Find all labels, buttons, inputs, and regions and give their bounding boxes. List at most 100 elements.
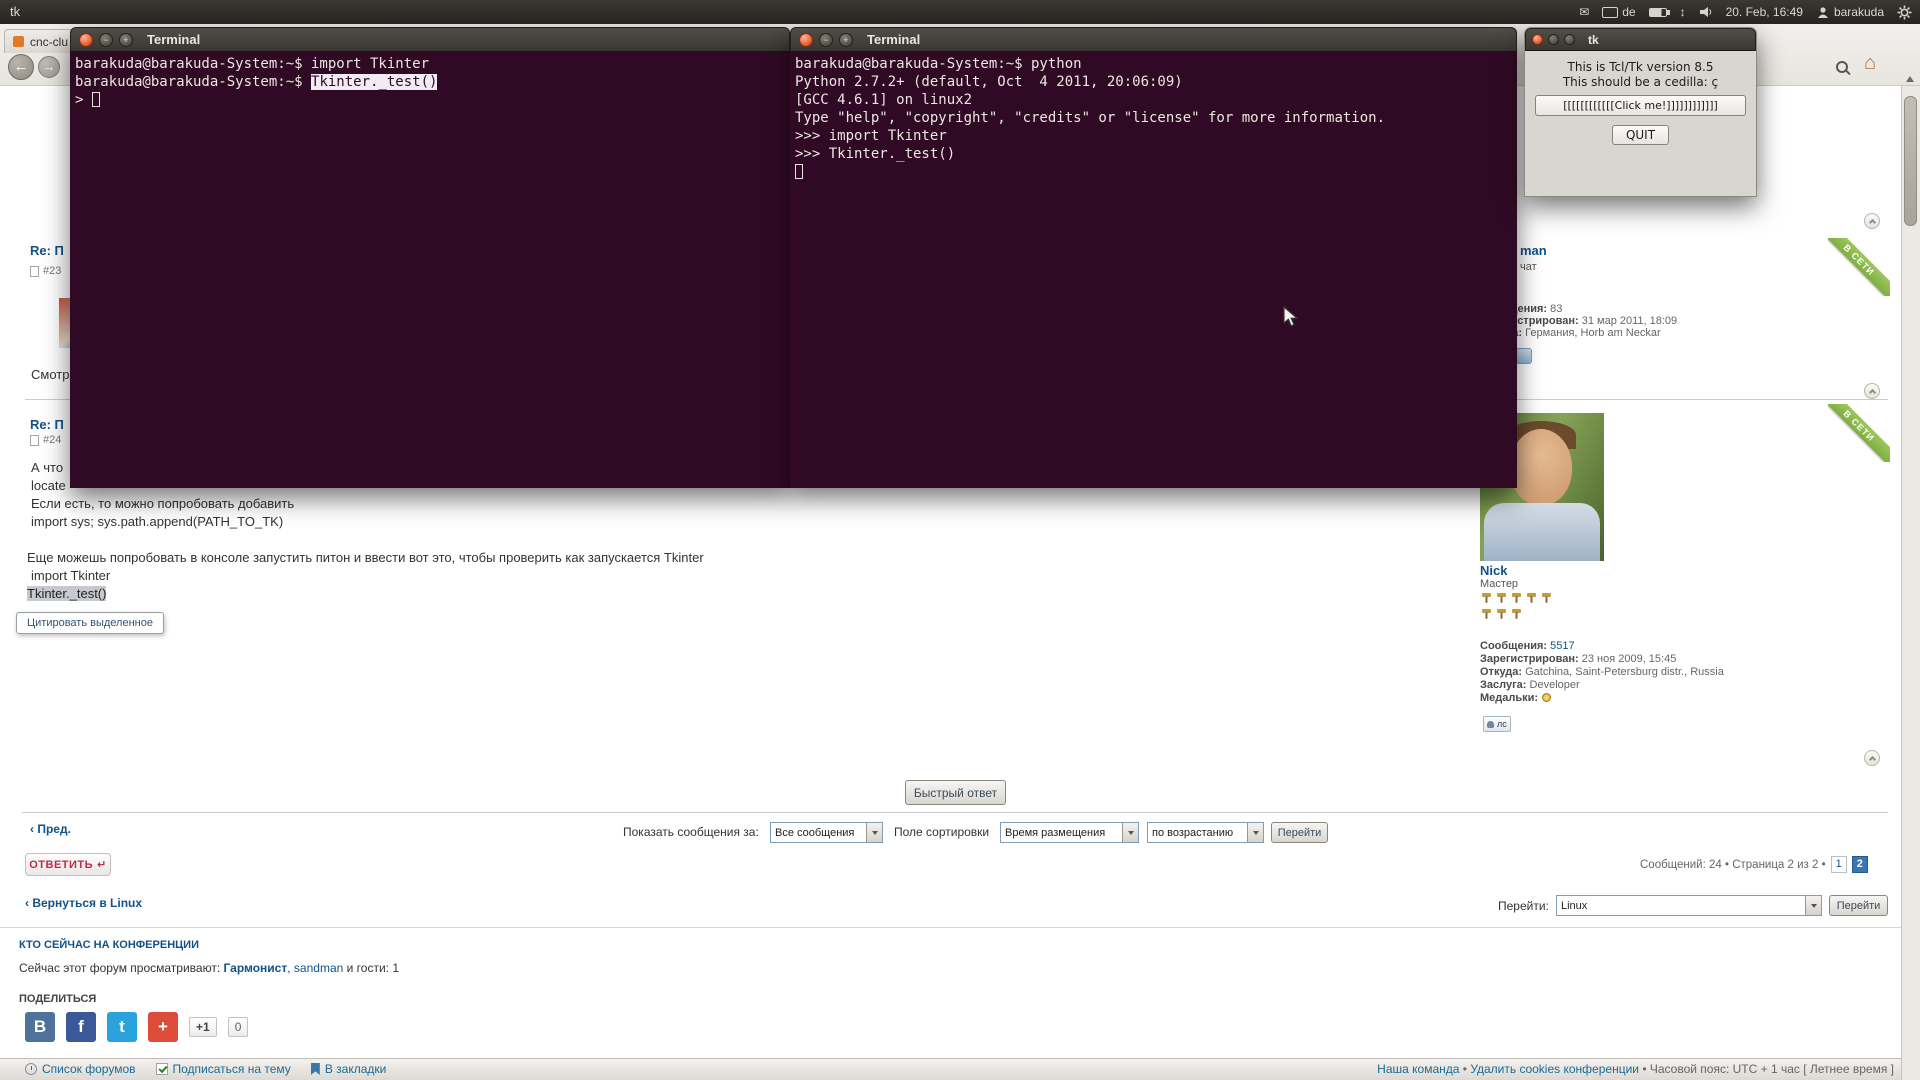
share-title: ПОДЕЛИТЬСЯ bbox=[19, 993, 96, 1005]
tk-content: This is Tcl/Tk version 8.5 This should b… bbox=[1525, 51, 1756, 196]
forum-list-link[interactable]: Список форумов bbox=[25, 1062, 136, 1076]
sort-field-select[interactable]: Время размещения bbox=[1000, 822, 1139, 843]
addthis-share-icon[interactable]: + bbox=[148, 1012, 178, 1042]
profile-value: 23 ноя 2009, 15:45 bbox=[1582, 653, 1677, 665]
return-to-forum-link[interactable]: ‹ Вернуться в Linux bbox=[25, 896, 142, 910]
post24-line: import sys; sys.path.append(PATH_TO_TK) bbox=[31, 513, 283, 531]
prev-page-link[interactable]: ‹ Пред. bbox=[30, 822, 71, 836]
profile-value: Германия, Horb am Neckar bbox=[1525, 327, 1661, 339]
post24-selected-text: Tkinter._test() bbox=[27, 585, 106, 603]
browser-scrollbar-thumb[interactable] bbox=[1904, 96, 1917, 226]
clock-indicator[interactable]: 20. Feb, 16:49 bbox=[1726, 5, 1803, 19]
pagination: Сообщений: 24 • Страница 2 из 2 • 1 2 bbox=[1640, 856, 1868, 873]
active-app-title[interactable]: tk bbox=[10, 4, 20, 19]
hammer-icon bbox=[1540, 591, 1553, 604]
close-icon[interactable] bbox=[79, 33, 93, 47]
chevron-up-icon bbox=[1868, 219, 1875, 226]
team-link[interactable]: Наша команда bbox=[1377, 1062, 1459, 1076]
jump-go-button[interactable]: Перейти bbox=[1829, 895, 1888, 916]
post24-number: #24 bbox=[30, 434, 61, 446]
plus-one-counter: 0 bbox=[228, 1017, 249, 1037]
delete-cookies-link[interactable]: Удалить cookies конференции bbox=[1470, 1062, 1639, 1076]
close-icon[interactable] bbox=[1532, 34, 1543, 45]
terminal-content[interactable]: barakuda@barakuda-System:~$ python Pytho… bbox=[790, 52, 1517, 488]
section-divider bbox=[0, 927, 1920, 928]
facebook-share-icon[interactable]: f bbox=[66, 1012, 96, 1042]
avatar-face bbox=[1510, 429, 1572, 505]
scroll-top-button[interactable] bbox=[1864, 213, 1880, 229]
terminal-line: > bbox=[75, 91, 790, 109]
maximize-icon[interactable]: + bbox=[839, 33, 853, 47]
scroll-top-button[interactable] bbox=[1864, 750, 1880, 766]
terminal-titlebar[interactable]: − + Terminal bbox=[790, 27, 1517, 52]
home-icon[interactable]: ⌂ bbox=[1864, 52, 1876, 75]
scroll-top-button[interactable] bbox=[1864, 383, 1880, 399]
keyboard-layout-indicator[interactable]: de bbox=[1602, 5, 1635, 19]
sort-go-button[interactable]: Перейти bbox=[1271, 822, 1328, 843]
profile-label: Зарегистрирован: bbox=[1480, 653, 1579, 665]
profile-value[interactable]: 5517 bbox=[1550, 640, 1574, 652]
network-indicator[interactable]: ↕ bbox=[1680, 5, 1686, 19]
post23-username[interactable]: man bbox=[1520, 243, 1547, 258]
click-me-button[interactable]: [[[[[[[[[[[[Click me!]]]]]]]]]]]] bbox=[1535, 95, 1746, 116]
post24-username[interactable]: Nick bbox=[1480, 563, 1507, 578]
messages-indicator[interactable]: ✉ bbox=[1579, 5, 1589, 19]
updown-arrows-icon: ↕ bbox=[1680, 5, 1686, 19]
scrollbar-up-icon[interactable] bbox=[1906, 76, 1914, 82]
profile-website-icon[interactable] bbox=[1516, 348, 1532, 364]
minimize-icon[interactable]: − bbox=[99, 33, 113, 47]
whos-online-text: Сейчас этот форум просматривают: Гармони… bbox=[19, 961, 399, 975]
online-badge: В СЕТИ bbox=[1828, 404, 1890, 462]
post24-line: Если есть, то можно попробовать добавить bbox=[31, 495, 294, 513]
twitter-share-icon[interactable]: t bbox=[107, 1012, 137, 1042]
browser-scrollbar-track[interactable] bbox=[1901, 86, 1920, 1080]
whos-online-title: КТО СЕЙЧАС НА КОНФЕРЕНЦИИ bbox=[19, 939, 199, 951]
post23-title[interactable]: Re: П bbox=[30, 243, 64, 258]
sort-direction-select[interactable]: по возрастанию bbox=[1147, 822, 1264, 843]
back-button[interactable]: ← bbox=[8, 54, 34, 80]
hammer-icon bbox=[1480, 591, 1493, 604]
online-user-link[interactable]: sandman bbox=[294, 961, 343, 975]
terminal-content[interactable]: barakuda@barakuda-System:~$ import Tkint… bbox=[70, 52, 790, 488]
user-menu[interactable]: barakuda bbox=[1816, 5, 1884, 19]
display-posts-select[interactable]: Все сообщения bbox=[770, 822, 883, 843]
quick-reply-button[interactable]: Быстрый ответ bbox=[905, 780, 1006, 805]
minimize-icon[interactable]: − bbox=[819, 33, 833, 47]
select-arrow-icon bbox=[1247, 823, 1263, 842]
subscribe-topic-link[interactable]: Подписаться на тему bbox=[156, 1062, 291, 1076]
profile-value: 31 мар 2011, 18:09 bbox=[1582, 315, 1677, 327]
tk-titlebar[interactable]: tk bbox=[1525, 28, 1756, 51]
maximize-icon[interactable] bbox=[1564, 34, 1575, 45]
online-user-link[interactable]: Гармонист bbox=[224, 961, 288, 975]
window-title: Terminal bbox=[867, 32, 920, 47]
select-arrow-icon bbox=[1805, 896, 1821, 915]
bookmark-icon bbox=[311, 1063, 320, 1075]
google-plus-one-button[interactable]: +1 bbox=[189, 1017, 217, 1037]
bookmark-link[interactable]: В закладки bbox=[311, 1062, 387, 1076]
vk-share-icon[interactable]: В bbox=[25, 1012, 55, 1042]
terminal-line: barakuda@barakuda-System:~$ python bbox=[795, 55, 1517, 73]
post24-title[interactable]: Re: П bbox=[30, 417, 64, 432]
maximize-icon[interactable]: + bbox=[119, 33, 133, 47]
avatar-shirt bbox=[1484, 503, 1600, 561]
tab-favicon-icon bbox=[13, 36, 24, 47]
terminal-titlebar[interactable]: − + Terminal bbox=[70, 27, 790, 52]
battery-indicator[interactable] bbox=[1649, 8, 1667, 17]
jump-to-select[interactable]: Linux bbox=[1556, 895, 1822, 916]
private-message-button[interactable]: лс bbox=[1483, 716, 1511, 732]
quote-selection-popup[interactable]: Цитировать выделенное bbox=[16, 612, 164, 634]
pagination-text: Сообщений: 24 • Страница 2 из 2 • bbox=[1640, 859, 1826, 871]
terminal-cursor bbox=[92, 92, 100, 107]
sound-indicator[interactable] bbox=[1699, 6, 1713, 18]
search-icon[interactable] bbox=[1836, 60, 1848, 78]
speaker-icon bbox=[1699, 6, 1713, 18]
reply-button[interactable]: ОТВЕТИТЬ ↵ bbox=[25, 853, 111, 876]
minimize-icon[interactable] bbox=[1548, 34, 1559, 45]
page-1-link[interactable]: 1 bbox=[1831, 856, 1847, 873]
close-icon[interactable] bbox=[799, 33, 813, 47]
mail-icon: ✉ bbox=[1579, 5, 1589, 19]
session-menu[interactable] bbox=[1897, 5, 1912, 20]
forward-button[interactable]: → bbox=[38, 56, 60, 78]
quit-button[interactable]: QUIT bbox=[1612, 125, 1669, 145]
rank-hammers-row2 bbox=[1480, 607, 1523, 620]
